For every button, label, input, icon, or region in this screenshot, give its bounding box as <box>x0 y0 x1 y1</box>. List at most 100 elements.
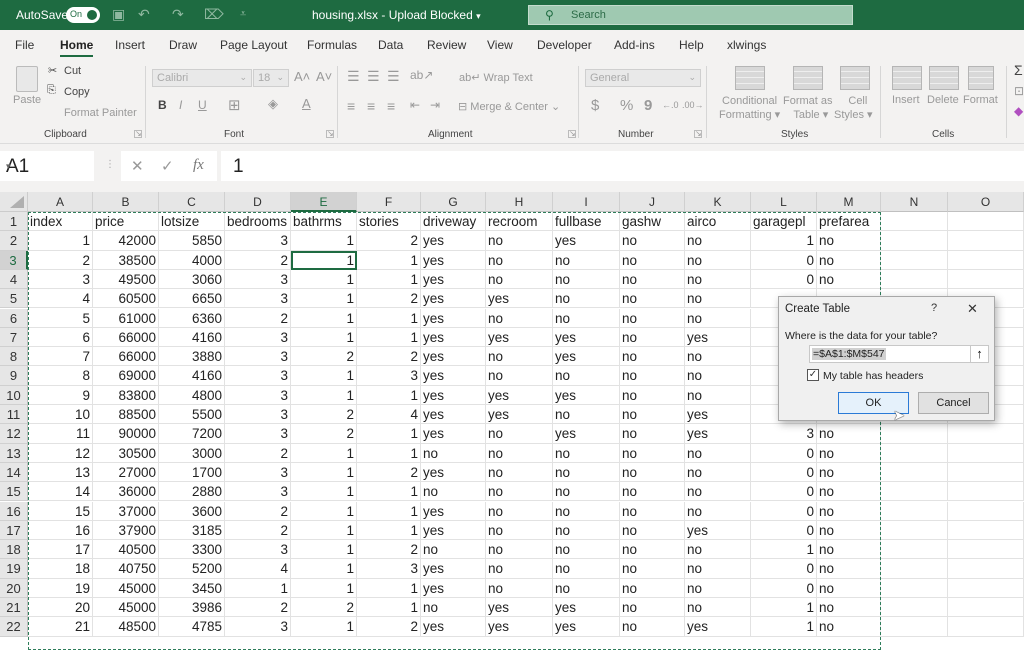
cell-j12[interactable]: no <box>620 424 685 444</box>
shrink-font-icon[interactable]: A˅ <box>316 69 332 84</box>
cell-d21[interactable]: 2 <box>225 598 291 618</box>
cell-d6[interactable]: 2 <box>225 308 291 328</box>
column-header-e[interactable]: E <box>291 192 357 212</box>
cell-g20[interactable]: yes <box>421 578 486 598</box>
cell-e21[interactable]: 2 <box>291 598 357 618</box>
decrease-indent-icon[interactable]: ⇤ <box>410 98 420 112</box>
column-header-l[interactable]: L <box>751 192 817 212</box>
cell-h16[interactable]: no <box>486 501 553 521</box>
cell-h20[interactable]: no <box>486 578 553 598</box>
cell-c7[interactable]: 4160 <box>159 327 225 348</box>
tab-add-ins[interactable]: Add-ins <box>614 38 655 52</box>
cell-i21[interactable]: yes <box>553 598 620 618</box>
cell-k16[interactable]: no <box>685 501 751 521</box>
column-header-m[interactable]: M <box>817 192 881 212</box>
cell-m21[interactable]: no <box>817 598 881 618</box>
font-name-select[interactable]: Calibri ⌄ <box>152 69 252 87</box>
cell-l16[interactable]: 0 <box>751 501 817 521</box>
cell-h9[interactable]: no <box>486 366 553 386</box>
cell-e20[interactable]: 1 <box>291 578 357 598</box>
cell-d5[interactable]: 3 <box>225 289 291 309</box>
cell-a3[interactable]: 2 <box>28 250 93 270</box>
cell-b8[interactable]: 66000 <box>93 347 159 367</box>
cell-m12[interactable]: no <box>817 424 881 444</box>
wrap-text-button[interactable]: ab↵ Wrap Text <box>459 71 533 84</box>
cell-h22[interactable]: yes <box>486 617 553 637</box>
align-right-icon[interactable]: ≡ <box>387 98 395 114</box>
cell-f15[interactable]: 1 <box>357 482 421 502</box>
cell-e14[interactable]: 1 <box>291 462 357 483</box>
cell-i11[interactable]: no <box>553 405 620 425</box>
cell-f19[interactable]: 3 <box>357 559 421 579</box>
fill-icon[interactable]: ⊡ <box>1014 84 1024 98</box>
cell-k1[interactable]: airco <box>685 212 751 232</box>
cell-j3[interactable]: no <box>620 250 685 270</box>
cell-i2[interactable]: yes <box>553 231 620 251</box>
row-header-16[interactable]: 16 <box>0 501 28 521</box>
cell-d17[interactable]: 2 <box>225 520 291 541</box>
cell-e19[interactable]: 1 <box>291 559 357 579</box>
cell-m15[interactable]: no <box>817 482 881 502</box>
cell-m22[interactable]: no <box>817 617 881 637</box>
cell-j6[interactable]: no <box>620 308 685 328</box>
cell-d10[interactable]: 3 <box>225 385 291 405</box>
cell-d1[interactable]: bedrooms <box>225 212 291 232</box>
column-header-j[interactable]: J <box>620 192 685 212</box>
cell-h8[interactable]: no <box>486 347 553 367</box>
cell-n12[interactable] <box>881 424 948 444</box>
cell-k13[interactable]: no <box>685 443 751 463</box>
cell-b7[interactable]: 66000 <box>93 327 159 348</box>
cell-k22[interactable]: yes <box>685 617 751 637</box>
cell-g5[interactable]: yes <box>421 289 486 309</box>
cell-d19[interactable]: 4 <box>225 559 291 579</box>
cell-a5[interactable]: 4 <box>28 289 93 309</box>
cell-c5[interactable]: 6650 <box>159 289 225 309</box>
cell-i14[interactable]: no <box>553 462 620 483</box>
cell-d22[interactable]: 3 <box>225 617 291 637</box>
cell-h6[interactable]: no <box>486 308 553 328</box>
cell-e3[interactable]: 1 <box>291 250 357 270</box>
column-header-a[interactable]: A <box>28 192 93 212</box>
cell-a22[interactable]: 21 <box>28 617 93 637</box>
row-header-20[interactable]: 20 <box>0 578 28 598</box>
cell-h1[interactable]: recroom <box>486 212 553 232</box>
cell-b18[interactable]: 40500 <box>93 540 159 560</box>
cell-l15[interactable]: 0 <box>751 482 817 502</box>
select-all-button[interactable] <box>0 192 28 212</box>
customize-qat-icon[interactable]: ⩡ <box>240 8 246 21</box>
cell-a11[interactable]: 10 <box>28 405 93 425</box>
cell-i1[interactable]: fullbase <box>553 212 620 232</box>
cell-m14[interactable]: no <box>817 462 881 483</box>
tab-insert[interactable]: Insert <box>115 38 145 52</box>
cell-e16[interactable]: 1 <box>291 501 357 521</box>
tab-data[interactable]: Data <box>378 38 403 52</box>
row-header-5[interactable]: 5 <box>0 289 28 309</box>
save-icon[interactable]: ▣ <box>112 6 125 23</box>
cell-c9[interactable]: 4160 <box>159 366 225 386</box>
column-header-c[interactable]: C <box>159 192 225 212</box>
column-header-f[interactable]: F <box>357 192 421 212</box>
cell-i6[interactable]: no <box>553 308 620 328</box>
cell-m18[interactable]: no <box>817 540 881 560</box>
cell-m17[interactable]: no <box>817 520 881 541</box>
cell-c6[interactable]: 6360 <box>159 308 225 328</box>
format-cells-button[interactable]: Format <box>963 94 998 106</box>
cell-f8[interactable]: 2 <box>357 347 421 367</box>
cell-j10[interactable]: no <box>620 385 685 405</box>
cell-n15[interactable] <box>881 482 948 502</box>
cell-k5[interactable]: no <box>685 289 751 309</box>
cell-j17[interactable]: no <box>620 520 685 541</box>
comma-button[interactable]: 9 <box>644 97 652 114</box>
cell-d9[interactable]: 3 <box>225 366 291 386</box>
document-title[interactable]: housing.xlsx - Upload Blocked ▾ <box>312 8 481 22</box>
cell-g7[interactable]: yes <box>421 327 486 348</box>
cell-i20[interactable]: no <box>553 578 620 598</box>
cell-j16[interactable]: no <box>620 501 685 521</box>
cell-styles-button[interactable]: Cell Styles ▾ <box>834 94 873 122</box>
formula-input[interactable]: 1 <box>221 151 1024 181</box>
row-header-11[interactable]: 11 <box>0 405 28 425</box>
collapse-dialog-icon[interactable]: ↑ <box>970 345 989 363</box>
cell-n19[interactable] <box>881 559 948 579</box>
cell-o16[interactable] <box>948 501 1024 521</box>
tab-help[interactable]: Help <box>679 38 704 52</box>
